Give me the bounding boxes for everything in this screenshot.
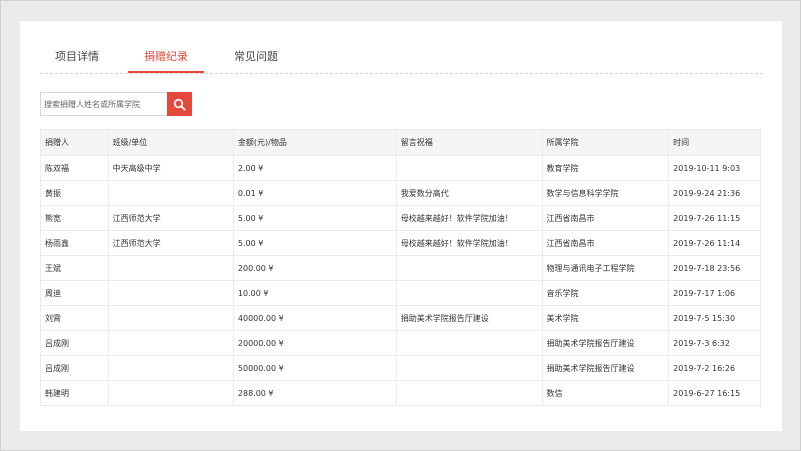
cell-donor: 吕成刚	[40, 355, 109, 381]
cell-amount: 2.00 ¥	[232, 155, 397, 181]
cell-time: 2019-6-27 16:15	[668, 380, 761, 406]
header-class-unit: 班级/单位	[107, 129, 234, 156]
cell-donor: 杨雨鑫	[40, 230, 109, 256]
cell-message: 捐助美术学院报告厅建设	[395, 305, 543, 331]
cell-class-unit	[107, 255, 234, 281]
table-row: 熊宽 江西师范大学 5.00 ¥ 母校越来越好！软件学院加油！ 江西省南昌市 2019-7…	[40, 205, 761, 231]
tab-donation-records[interactable]: 捐赠纪录	[128, 43, 204, 73]
table-row: 王斌 200.00 ¥ 物理与通讯电子工程学院 2019-7-18 23:56	[40, 255, 761, 281]
header-time: 时间	[668, 129, 761, 156]
cell-class-unit	[107, 380, 234, 406]
cell-college: 江西省南昌市	[541, 205, 670, 231]
cell-amount: 20000.00 ¥	[232, 330, 397, 356]
cell-time: 2019-7-5 15:30	[668, 305, 761, 331]
cell-college: 捐助美术学院报告厅建设	[541, 355, 670, 381]
cell-donor: 黄振	[40, 180, 109, 206]
cell-message: 母校越来越好！软件学院加油！	[395, 205, 543, 231]
table-row: 杨雨鑫 江西师范大学 5.00 ¥ 母校越来越好！软件学院加油！ 江西省南昌市 2019-…	[40, 230, 761, 256]
table-header-row: 捐赠人 班级/单位 金额(元)/物品 留言祝福 所属学院 时间	[40, 129, 761, 156]
cell-time: 2019-9-24 21:36	[668, 180, 761, 206]
cell-class-unit: 中天高级中学	[107, 155, 234, 181]
header-message: 留言祝福	[395, 129, 543, 156]
cell-college: 音乐学院	[541, 280, 670, 306]
cell-amount: 10.00 ¥	[232, 280, 397, 306]
cell-college: 江西省南昌市	[541, 230, 670, 256]
table-row: 陈双福 中天高级中学 2.00 ¥ 教育学院 2019-10-11 9:03	[40, 155, 761, 181]
cell-amount: 40000.00 ¥	[232, 305, 397, 331]
search-button[interactable]	[167, 92, 192, 116]
cell-college: 教育学院	[541, 155, 670, 181]
page-frame: 项目详情 捐赠纪录 常见问题 捐赠人 班级/单位 金额(元)/物品 留言祝福	[0, 0, 801, 451]
cell-class-unit: 江西师范大学	[107, 230, 234, 256]
cell-message	[395, 330, 543, 356]
table-row: 刘霄 40000.00 ¥ 捐助美术学院报告厅建设 美术学院 2019-7-5 15:3…	[40, 305, 761, 331]
cell-donor: 熊宽	[40, 205, 109, 231]
cell-college: 捐助美术学院报告厅建设	[541, 330, 670, 356]
header-amount: 金额(元)/物品	[232, 129, 397, 156]
cell-message	[395, 355, 543, 381]
cell-college: 美术学院	[541, 305, 670, 331]
header-college: 所属学院	[541, 129, 670, 156]
cell-college: 数信	[541, 380, 670, 406]
cell-message: 我爱数分高代	[395, 180, 543, 206]
cell-time: 2019-7-17 1:06	[668, 280, 761, 306]
table-row: 吕成刚 20000.00 ¥ 捐助美术学院报告厅建设 2019-7-3 6:32	[40, 330, 761, 356]
cell-donor: 吕成刚	[40, 330, 109, 356]
cell-class-unit	[107, 280, 234, 306]
cell-amount: 5.00 ¥	[232, 205, 397, 231]
cell-donor: 陈双福	[40, 155, 109, 181]
cell-class-unit	[107, 355, 234, 381]
cell-donor: 王斌	[40, 255, 109, 281]
cell-class-unit: 江西师范大学	[107, 205, 234, 231]
table-row: 周迪 10.00 ¥ 音乐学院 2019-7-17 1:06	[40, 280, 761, 306]
search-input[interactable]	[40, 92, 172, 116]
cell-amount: 288.00 ¥	[232, 380, 397, 406]
cell-amount: 5.00 ¥	[232, 230, 397, 256]
cell-message	[395, 280, 543, 306]
tab-faq[interactable]: 常见问题	[218, 43, 294, 73]
search-icon	[173, 98, 186, 111]
cell-message	[395, 155, 543, 181]
cell-college: 物理与通讯电子工程学院	[541, 255, 670, 281]
content-panel: 项目详情 捐赠纪录 常见问题 捐赠人 班级/单位 金额(元)/物品 留言祝福	[20, 21, 782, 431]
donation-table: 捐赠人 班级/单位 金额(元)/物品 留言祝福 所属学院 时间 陈双福 中天高级中…	[40, 129, 761, 406]
cell-donor: 周迪	[40, 280, 109, 306]
cell-time: 2019-7-26 11:15	[668, 205, 761, 231]
cell-time: 2019-7-26 11:14	[668, 230, 761, 256]
cell-class-unit	[107, 330, 234, 356]
cell-donor: 韩建明	[40, 380, 109, 406]
table-row: 韩建明 288.00 ¥ 数信 2019-6-27 16:15	[40, 380, 761, 406]
cell-time: 2019-10-11 9:03	[668, 155, 761, 181]
cell-message	[395, 380, 543, 406]
table-row: 黄振 0.01 ¥ 我爱数分高代 数学与信息科学学院 2019-9-24 21:36	[40, 180, 761, 206]
cell-amount: 50000.00 ¥	[232, 355, 397, 381]
cell-time: 2019-7-2 16:26	[668, 355, 761, 381]
cell-amount: 200.00 ¥	[232, 255, 397, 281]
header-donor: 捐赠人	[40, 129, 109, 156]
cell-college: 数学与信息科学学院	[541, 180, 670, 206]
tab-project-details[interactable]: 项目详情	[40, 43, 114, 73]
cell-time: 2019-7-18 23:56	[668, 255, 761, 281]
cell-donor: 刘霄	[40, 305, 109, 331]
tab-bar: 项目详情 捐赠纪录 常见问题	[40, 43, 763, 74]
cell-message	[395, 255, 543, 281]
table-row: 吕成刚 50000.00 ¥ 捐助美术学院报告厅建设 2019-7-2 16:26	[40, 355, 761, 381]
cell-amount: 0.01 ¥	[232, 180, 397, 206]
cell-class-unit	[107, 305, 234, 331]
cell-time: 2019-7-3 6:32	[668, 330, 761, 356]
cell-message: 母校越来越好！软件学院加油！	[395, 230, 543, 256]
cell-class-unit	[107, 180, 234, 206]
